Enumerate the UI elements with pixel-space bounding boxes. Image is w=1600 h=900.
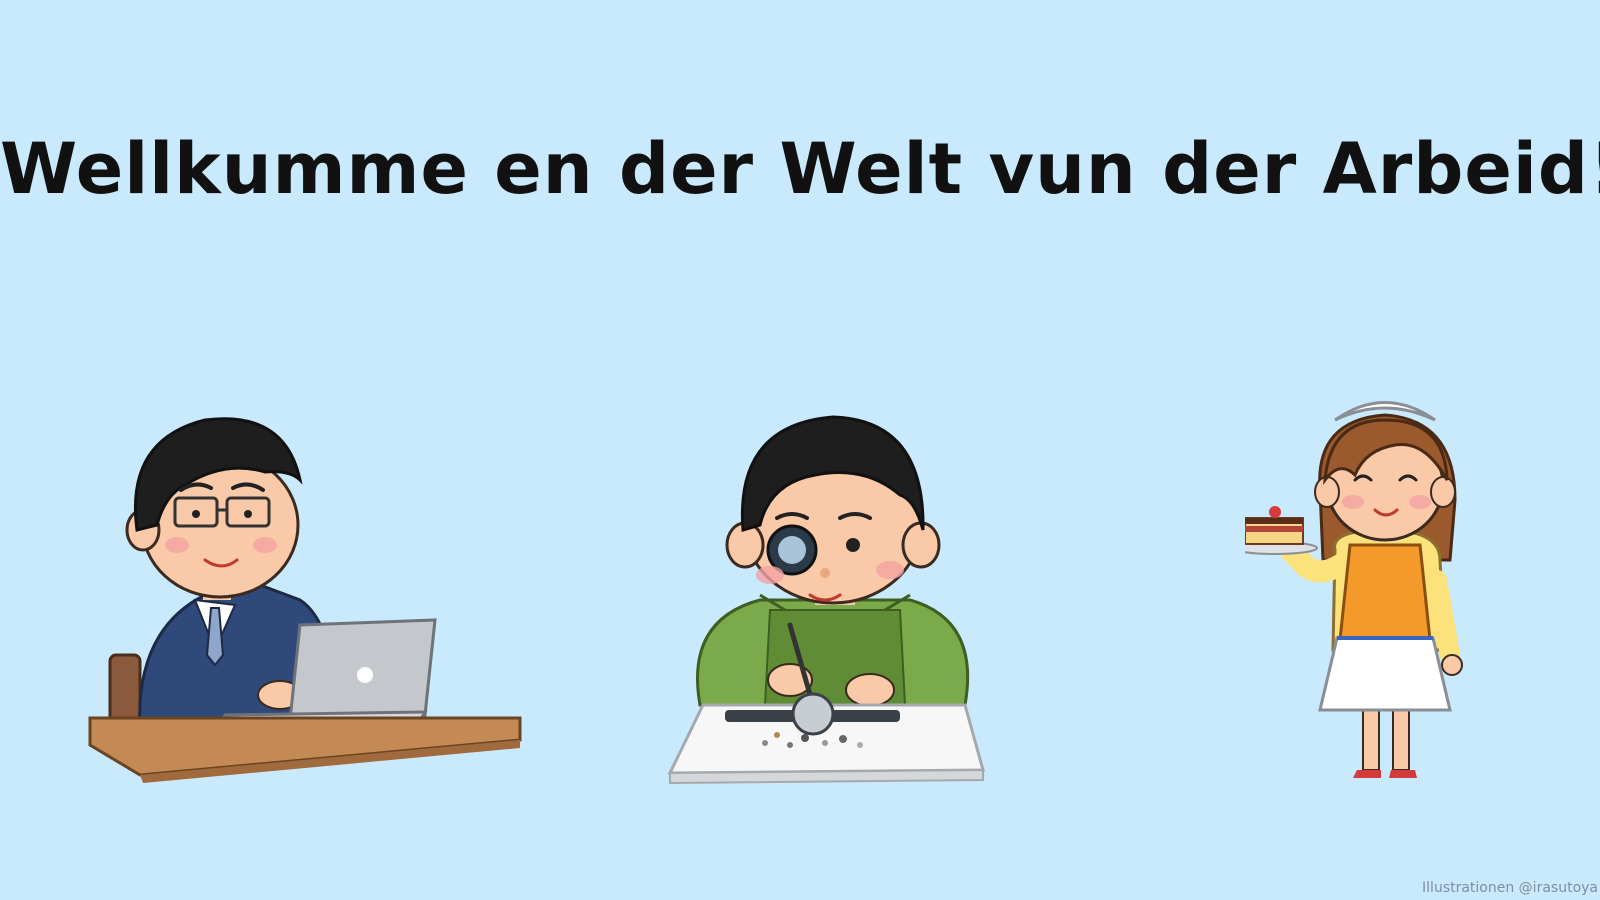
office-worker-laptop-illustration [88,417,522,783]
slide-title: Wellkumme en der Welt vun der Arbeid! [0,128,1600,210]
slide: Wellkumme en der Welt vun der Arbeid! Il… [0,0,1600,900]
waitress-with-cake-illustration [1245,401,1463,778]
jeweler-with-loupe-illustration [667,415,985,785]
illustration-credit: Illustrationen @irasutoya [1422,880,1598,896]
